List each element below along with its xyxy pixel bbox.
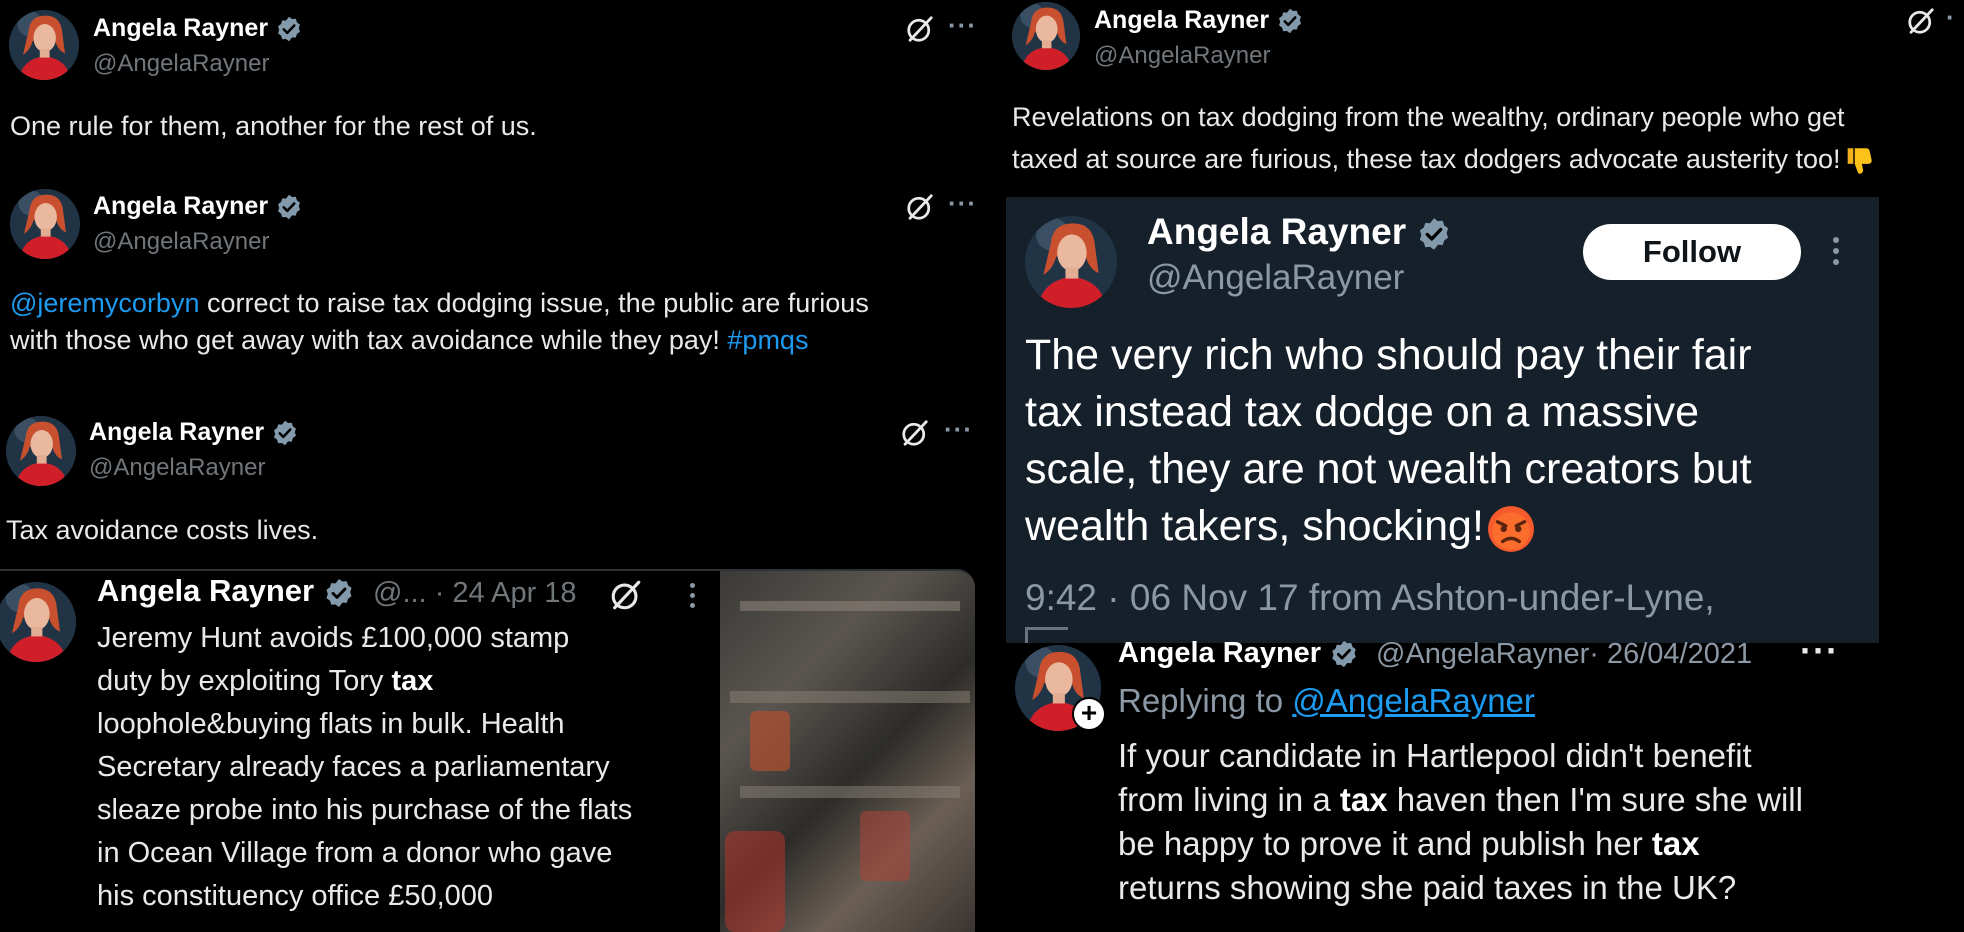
author-name[interactable]: Angela Rayner	[93, 192, 268, 220]
verified-badge-icon	[1329, 639, 1359, 669]
mention-link[interactable]: @jeremycorbyn	[10, 288, 199, 318]
tweet-image[interactable]	[720, 571, 975, 932]
tweet-text: One rule for them, another for the rest …	[10, 111, 537, 141]
author-name[interactable]: Angela Rayner	[1094, 6, 1269, 34]
author-handle[interactable]: @AngelaRayner· 26/04/2021	[1376, 638, 1752, 671]
avatar[interactable]	[1012, 2, 1080, 70]
author-name[interactable]: Angela Rayner	[1118, 637, 1321, 669]
tweet-date: · 26/04/2021	[1589, 638, 1753, 670]
avatar[interactable]	[1025, 216, 1117, 308]
grok-icon[interactable]	[905, 14, 935, 44]
follow-button[interactable]: Follow	[1583, 224, 1801, 280]
author-handle[interactable]: @AngelaRayner	[93, 50, 269, 78]
author-handle[interactable]: @... · 24 Apr 18	[373, 577, 577, 610]
avatar[interactable]	[10, 189, 80, 259]
replying-to: Replying to @AngelaRayner	[1118, 682, 1535, 719]
author-name-row[interactable]: Angela Rayner	[89, 418, 299, 447]
author-name-row[interactable]: Angela Rayner	[1094, 6, 1304, 35]
author-name[interactable]: Angela Rayner	[89, 418, 264, 446]
tweet-text: Revelations on tax dodging from the weal…	[1012, 96, 1962, 180]
tweet-text: Jeremy Hunt avoids £100,000 stamp duty b…	[97, 622, 633, 912]
author-handle[interactable]: @AngelaRayner	[1094, 42, 1270, 70]
angry-face-icon	[1487, 505, 1534, 552]
tweet-date: · 24 Apr 18	[434, 577, 577, 609]
follow-plus-icon[interactable]: +	[1072, 697, 1106, 731]
grok-icon[interactable]	[1906, 6, 1936, 36]
tweet-text: Tax avoidance costs lives.	[6, 515, 319, 545]
verified-badge-icon	[1276, 7, 1304, 35]
author-handle[interactable]: @AngelaRayner	[89, 454, 265, 482]
verified-badge-icon	[275, 193, 303, 221]
more-icon[interactable]	[690, 583, 696, 613]
embedded-tweet-meta-overflow	[1025, 627, 1085, 643]
avatar[interactable]	[9, 10, 79, 80]
verified-badge-icon	[1416, 216, 1452, 252]
grok-icon[interactable]	[900, 418, 930, 448]
tweet-text-b: with those who get away with tax avoidan…	[10, 325, 728, 356]
author-name-row[interactable]: Angela Rayner	[93, 14, 303, 43]
avatar[interactable]	[0, 582, 76, 662]
more-icon[interactable]: ···	[1800, 630, 1839, 672]
replying-to-link[interactable]: @AngelaRayner	[1292, 682, 1535, 719]
author-name-row[interactable]: Angela Rayner	[1147, 211, 1452, 253]
tweet-text: @jeremycorbyn correct to raise tax dodgi…	[10, 285, 970, 360]
author-name[interactable]: Angela Rayner	[93, 14, 268, 42]
author-name-row[interactable]: Angela Rayner	[93, 192, 303, 221]
more-icon[interactable]: ···	[944, 414, 973, 445]
more-icon[interactable]: ···	[948, 10, 977, 41]
more-icon[interactable]: ···	[948, 188, 977, 219]
verified-badge-icon	[323, 577, 355, 609]
tweet-4: Angela Rayner @... · 24 Apr 18 Jeremy Hu…	[0, 569, 975, 932]
author-handle[interactable]: @AngelaRayner	[1147, 258, 1404, 298]
embedded-tweet-meta: 9:42 · 06 Nov 17 from Ashton-under-Lyne,	[1025, 577, 1715, 618]
tweet-text-a: correct to raise tax dodging issue, the …	[199, 288, 869, 318]
author-name[interactable]: Angela Rayner	[97, 573, 314, 608]
verified-badge-icon	[271, 419, 299, 447]
verified-badge-icon	[275, 15, 303, 43]
grok-icon[interactable]	[905, 192, 935, 222]
author-handle[interactable]: @AngelaRayner	[93, 228, 269, 256]
more-icon[interactable]: ·	[1946, 2, 1956, 33]
hashtag-link[interactable]: #pmqs	[727, 325, 808, 355]
grok-icon[interactable]	[609, 578, 643, 612]
avatar[interactable]	[6, 416, 76, 486]
more-icon[interactable]	[1833, 237, 1839, 267]
author-name-row[interactable]: Angela Rayner	[1118, 637, 1359, 670]
tweet-text: If your candidate in Hartlepool didn't b…	[1118, 737, 1803, 906]
author-name-row[interactable]: Angela Rayner	[97, 573, 355, 609]
thumbs-down-icon	[1848, 148, 1873, 174]
embedded-tweet-text: The very rich who should pay their fair …	[1025, 327, 1875, 555]
embedded-tweet-card[interactable]: Angela Rayner @AngelaRayner Follow The v…	[1006, 197, 1879, 643]
author-name[interactable]: Angela Rayner	[1147, 211, 1406, 252]
